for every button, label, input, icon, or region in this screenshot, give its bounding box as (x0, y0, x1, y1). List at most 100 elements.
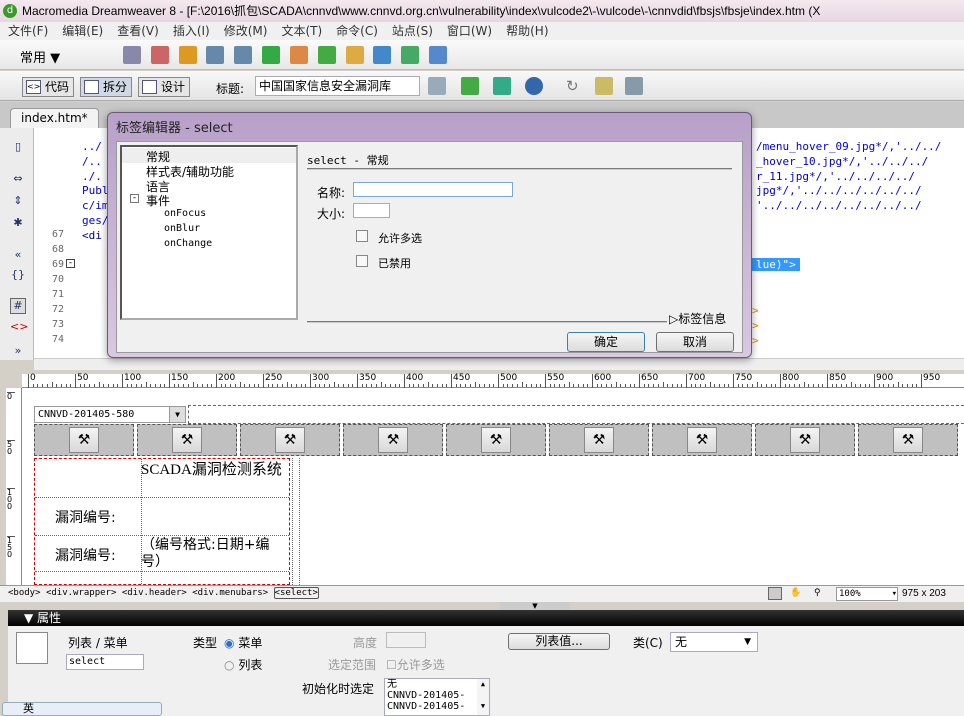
initial-selected-list[interactable]: 无 CNNVD-201405- CNNVD-201405- ▲ ▼ (384, 678, 490, 716)
menu-image-cell[interactable]: ⚒ (549, 424, 649, 456)
anchor-icon[interactable] (178, 46, 197, 64)
list-option[interactable]: CNNVD-201405- (387, 690, 489, 701)
tree-item-onblur[interactable]: onBlur (164, 223, 200, 234)
expand-all-icon[interactable]: ✱ (10, 216, 26, 232)
tab-index-htm[interactable]: index.htm* (10, 108, 99, 128)
select-parent-tag-icon[interactable]: « (10, 248, 26, 264)
ime-mode[interactable]: 英 (23, 702, 34, 715)
collapse-selection-icon[interactable]: ⇕ (10, 194, 26, 210)
menu-insert[interactable]: 插入(I) (173, 22, 210, 40)
menu-image-cell[interactable]: ⚒ (858, 424, 958, 456)
email-link-icon[interactable] (150, 46, 169, 64)
menu-site[interactable]: 站点(S) (392, 22, 433, 40)
tag-select[interactable]: <select> (273, 587, 319, 599)
tree-item-onfocus[interactable]: onFocus (164, 208, 206, 219)
panel-collapse-handle[interactable]: ▼ (500, 602, 570, 610)
ruler-minor-tick (803, 382, 805, 387)
class-select[interactable]: 无 ▼ (670, 632, 758, 652)
list-values-button[interactable]: 列表值... (508, 633, 610, 650)
balance-braces-icon[interactable]: {} (10, 268, 26, 284)
design-view[interactable]: CNNVD-201405-580 ▼ ⚒ ⚒ ⚒ ⚒ ⚒ ⚒ ⚒ ⚒ ⚒ SCADA漏洞检测系统… (22, 388, 964, 585)
template-icon[interactable] (429, 46, 448, 64)
list-radio[interactable]: ○ 列表 (224, 656, 262, 673)
vuln-select-dropdown[interactable]: CNNVD-201405-580 ▼ (34, 406, 186, 423)
cancel-button[interactable]: 取消 (656, 332, 734, 352)
menu-image-cell[interactable]: ⚒ (34, 424, 134, 456)
select-tool-icon[interactable] (768, 587, 782, 600)
menu-image-cell[interactable]: ⚒ (137, 424, 237, 456)
server-include-icon[interactable] (345, 46, 364, 64)
line-numbers-icon[interactable]: # (10, 298, 26, 314)
file-transfer-icon[interactable] (493, 77, 511, 95)
name-input[interactable] (353, 182, 513, 197)
list-scrollbar[interactable]: ▲ ▼ (477, 679, 489, 715)
list-option[interactable]: CNNVD-201405- (387, 701, 489, 712)
ruler-minor-tick (620, 384, 622, 387)
view-options-icon[interactable] (595, 77, 613, 95)
visual-aids-icon[interactable] (625, 77, 643, 95)
comment-icon[interactable] (373, 46, 392, 64)
validate-icon[interactable] (428, 77, 446, 95)
horizontal-scrollbar[interactable] (34, 358, 964, 370)
tag-div-wrapper[interactable]: <div.wrapper> (46, 588, 116, 598)
list-option[interactable]: 无 (387, 679, 489, 690)
tree-item-onchange[interactable]: onChange (164, 238, 212, 249)
ok-button[interactable]: 确定 (567, 332, 645, 352)
menu-image-cell[interactable]: ⚒ (652, 424, 752, 456)
ime-toolbar[interactable]: 英 (2, 702, 162, 716)
tree-item-events[interactable]: 事件 (146, 192, 170, 209)
head-icon[interactable] (401, 46, 420, 64)
menu-radio[interactable]: ◉ 菜单 (224, 634, 262, 651)
design-view-button[interactable]: 设计 (138, 77, 191, 97)
document-title-input[interactable]: 中国国家信息安全漏洞库 (255, 76, 420, 96)
table-icon[interactable] (206, 46, 225, 64)
hyperlink-icon[interactable] (123, 46, 141, 64)
tree-collapse-icon[interactable]: - (130, 194, 139, 203)
tag-body[interactable]: <body> (0, 588, 41, 598)
tree-item-general[interactable]: 常规 (122, 148, 296, 164)
preview-icon[interactable] (461, 77, 479, 95)
collapse-tag-icon[interactable]: ⇔ (10, 172, 26, 188)
more-icon[interactable]: » (10, 344, 26, 360)
menu-image-cell[interactable]: ⚒ (343, 424, 443, 456)
date-icon[interactable] (317, 46, 336, 64)
div-icon[interactable] (234, 46, 253, 64)
split-view-button[interactable]: 拆分 (80, 77, 133, 97)
menu-edit[interactable]: 编辑(E) (62, 22, 103, 40)
size-input[interactable] (353, 203, 390, 218)
menu-image-cell[interactable]: ⚒ (755, 424, 855, 456)
element-id-input[interactable]: select (66, 654, 144, 670)
menu-view[interactable]: 查看(V) (117, 22, 159, 40)
insert-category-dropdown[interactable]: 常用 ▼ (20, 47, 60, 66)
menu-text[interactable]: 文本(T) (281, 22, 322, 40)
menu-bar: 文件(F) 编辑(E) 查看(V) 插入(I) 修改(M) 文本(T) 命令(C… (0, 22, 964, 40)
open-documents-icon[interactable]: ▯ (10, 140, 26, 156)
menu-file[interactable]: 文件(F) (8, 22, 48, 40)
disabled-checkbox[interactable] (356, 255, 368, 267)
browser-icon[interactable] (525, 77, 543, 95)
properties-panel-header[interactable]: ▼ 属性 (8, 610, 964, 626)
tag-div-header[interactable]: <div.header> (122, 588, 187, 598)
refresh-icon[interactable]: ↻ (566, 77, 579, 95)
menu-help[interactable]: 帮助(H) (506, 22, 548, 40)
window-size[interactable]: 975 x 203 (902, 586, 946, 601)
multiple-checkbox[interactable] (356, 230, 368, 242)
media-icon[interactable] (289, 46, 308, 64)
ruler-minor-tick (728, 384, 730, 387)
menu-commands[interactable]: 命令(C) (336, 22, 378, 40)
category-tree[interactable]: 常规 样式表/辅助功能 语言 - 事件 onFocus onBlur onCha… (120, 145, 298, 320)
highlight-invalid-icon[interactable]: <> (10, 320, 28, 336)
code-view-button[interactable]: <> 代码 (22, 77, 75, 97)
hand-tool-icon[interactable]: ✋ (790, 586, 801, 601)
zoom-tool-icon[interactable]: ⚲ (814, 586, 821, 601)
image-icon[interactable] (262, 46, 281, 64)
tag-div-menubars[interactable]: <div.menubars> (192, 588, 268, 598)
menu-window[interactable]: 窗口(W) (447, 22, 492, 40)
tag-info-toggle[interactable]: ▷标签信息 (669, 310, 726, 327)
menu-image-cell[interactable]: ⚒ (240, 424, 340, 456)
ruler-minor-tick (911, 384, 913, 387)
collapse-icon[interactable]: - (66, 259, 75, 268)
menu-modify[interactable]: 修改(M) (224, 22, 268, 40)
menu-image-cell[interactable]: ⚒ (446, 424, 546, 456)
zoom-select[interactable]: 100% ▾ (836, 587, 898, 601)
